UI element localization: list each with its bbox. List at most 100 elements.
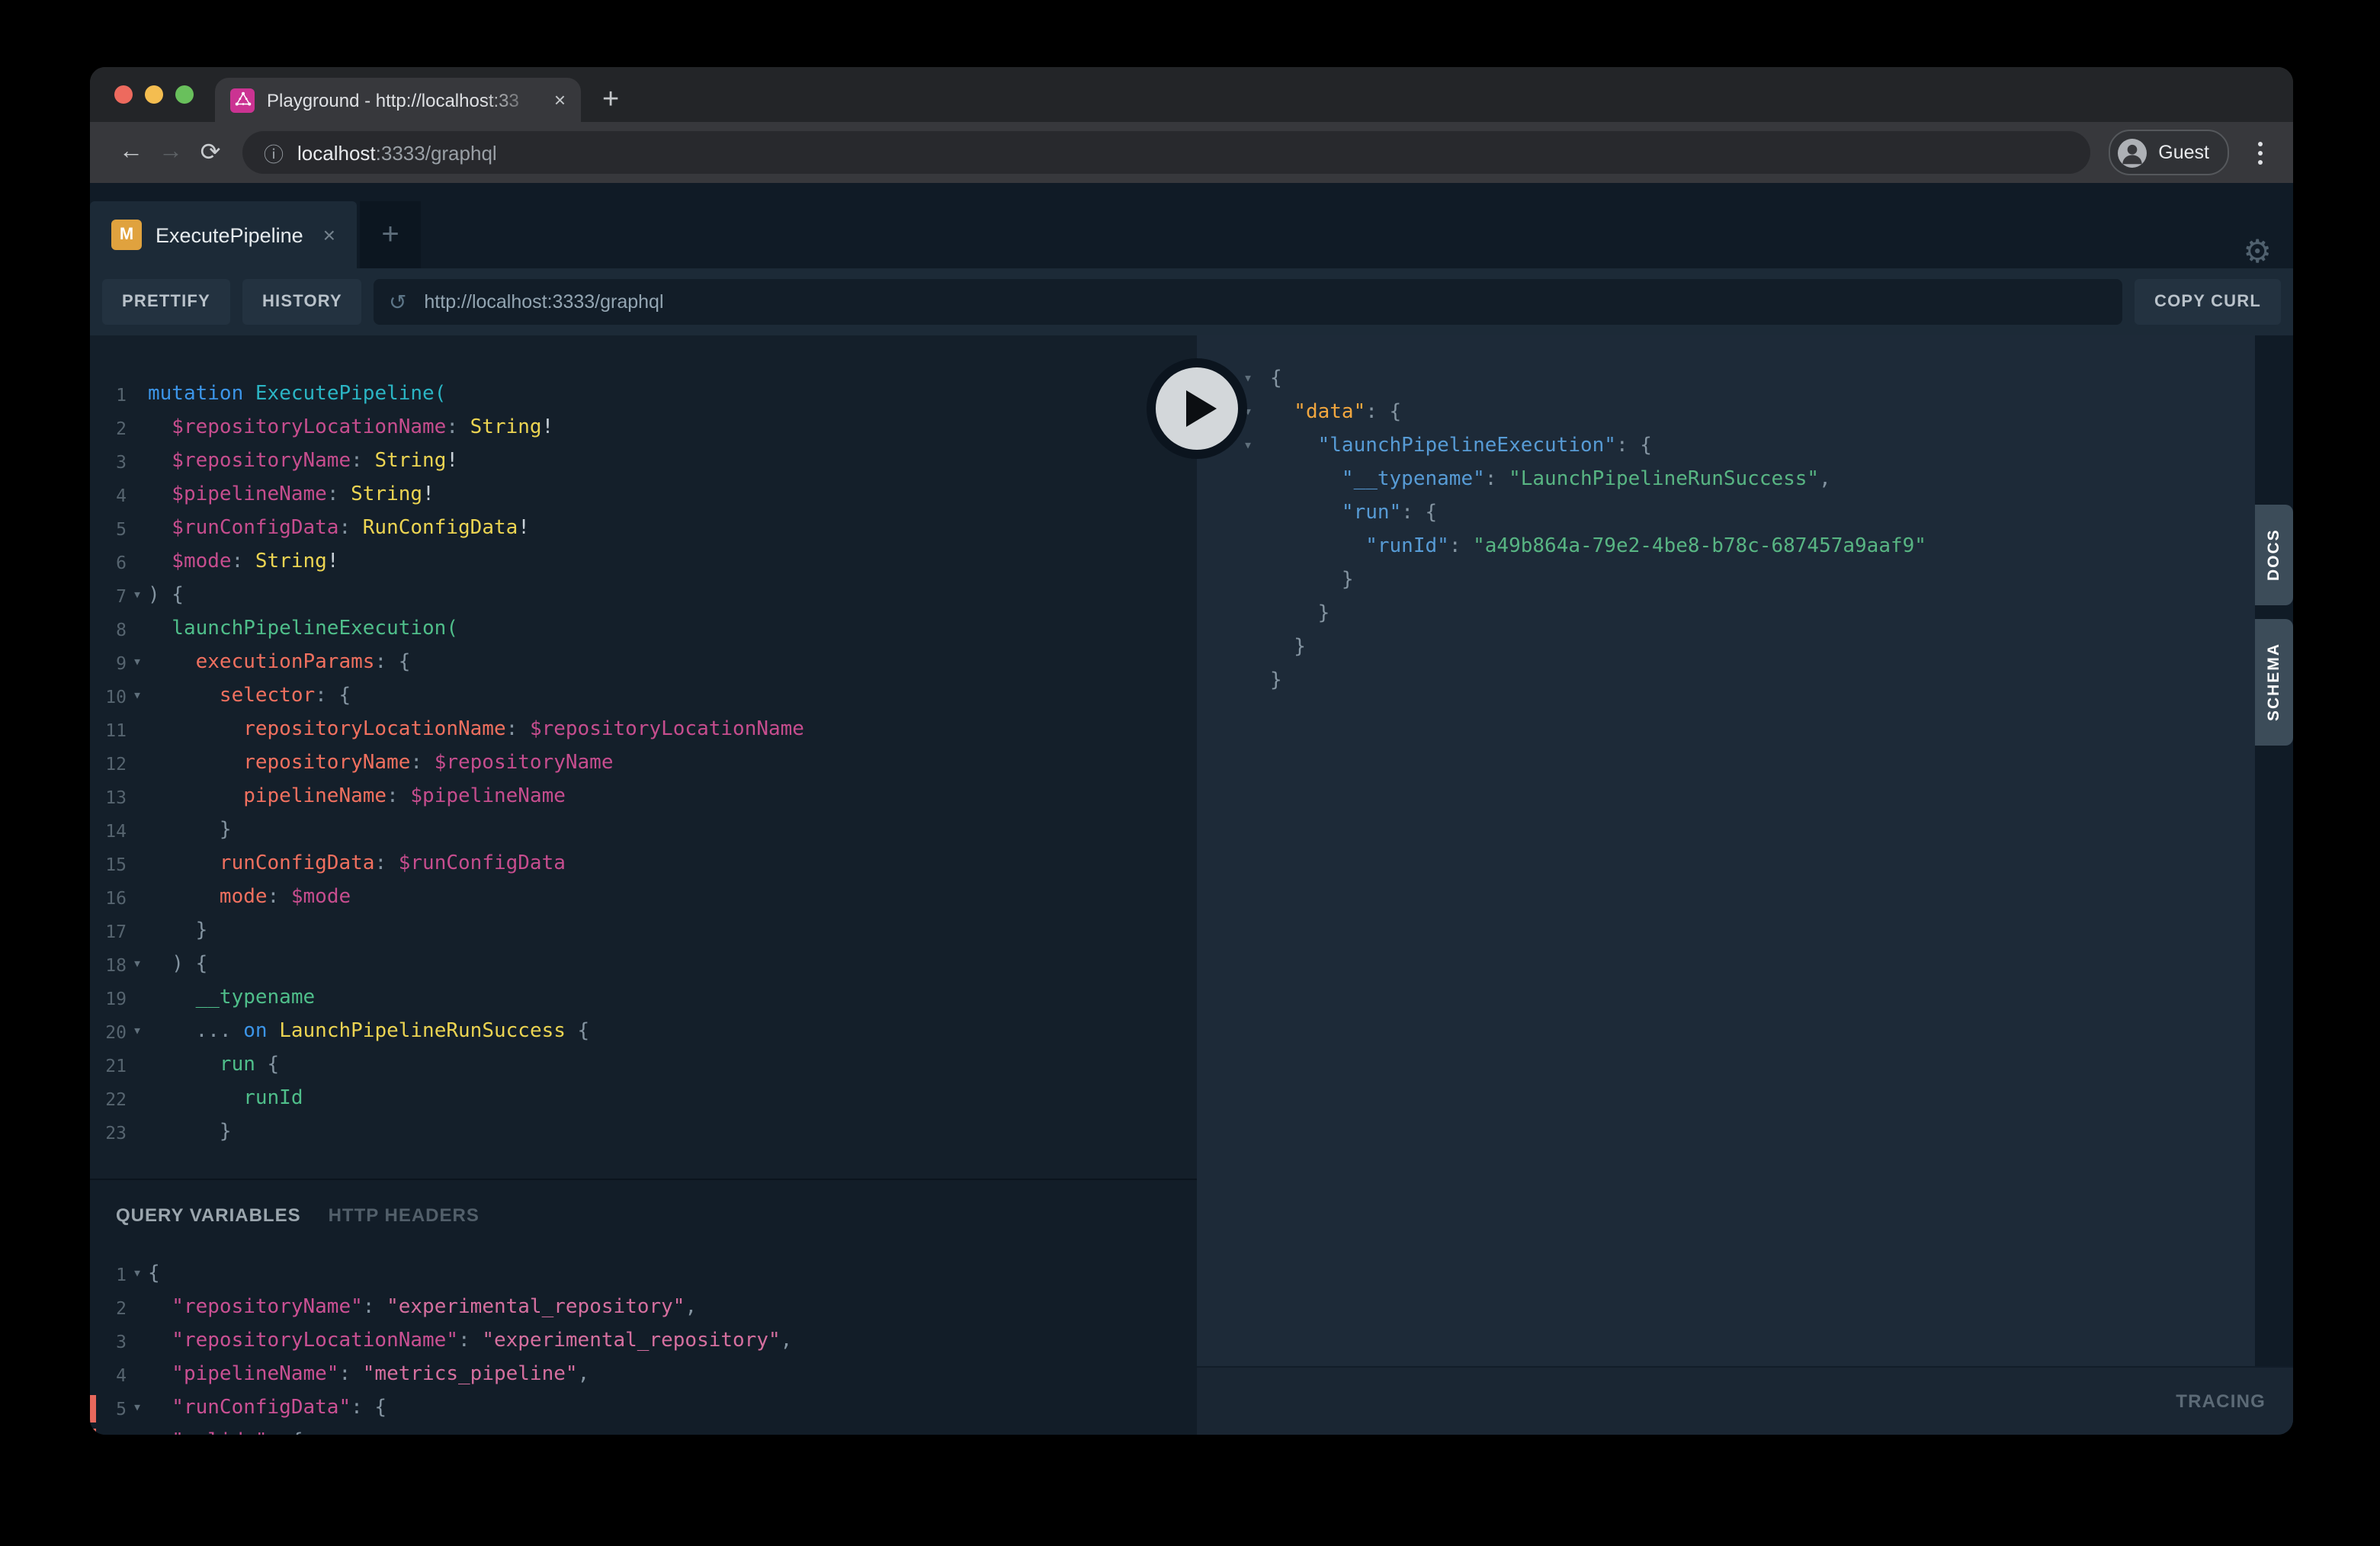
code-text: $mode: String!	[148, 546, 1197, 579]
code-line: 10▾ selector: {	[90, 680, 1197, 714]
code-text: }	[148, 915, 1197, 948]
fold-arrow-icon[interactable]: ▾	[1237, 430, 1259, 463]
reload-icon[interactable]: ⟳	[191, 137, 230, 168]
code-text: }	[1259, 631, 2255, 665]
response-viewer: ▾{▾ "data": {▾ "launchPipelineExecution"…	[1197, 335, 2255, 1366]
fold-arrow-icon[interactable]: ▾	[127, 646, 148, 680]
code-line: 6▾ "solids": {	[90, 1426, 1197, 1435]
code-text: "solids": {	[148, 1426, 1197, 1435]
line-number: 3	[90, 1325, 127, 1358]
tracing-bar[interactable]: TRACING	[1197, 1366, 2293, 1435]
profile-button[interactable]: Guest	[2108, 130, 2229, 175]
fold-arrow-icon[interactable]: ▾	[127, 1015, 148, 1049]
back-icon[interactable]: ←	[111, 139, 151, 166]
tab-schema[interactable]: SCHEMA	[2255, 619, 2293, 746]
endpoint-input[interactable]	[421, 290, 2107, 314]
line-number: 14	[90, 814, 127, 848]
tab-docs[interactable]: DOCS	[2255, 505, 2293, 605]
fold-spacer	[127, 412, 148, 445]
browser-tab-strip: Playground - http://localhost:33 × +	[90, 67, 2293, 122]
settings-gear-icon[interactable]: ⚙	[2221, 236, 2293, 268]
fold-spacer	[127, 982, 148, 1015]
code-text: $runConfigData: RunConfigData!	[148, 512, 1197, 546]
fold-spacer	[1237, 665, 1259, 698]
browser-tab[interactable]: Playground - http://localhost:33 ×	[215, 78, 581, 122]
playground-tab-title: ExecutePipeline	[156, 223, 303, 246]
forward-icon[interactable]: →	[151, 139, 191, 166]
bottom-tabs: QUERY VARIABLES HTTP HEADERS	[90, 1179, 1197, 1249]
history-button[interactable]: HISTORY	[242, 279, 362, 325]
playground-tab-executepipeline[interactable]: M ExecutePipeline ×	[90, 201, 357, 268]
query-variables-editor[interactable]: 1▾{2 "repositoryName": "experimental_rep…	[90, 1249, 1197, 1435]
reload-schema-icon[interactable]: ↻	[390, 289, 407, 315]
fold-spacer	[127, 1291, 148, 1325]
line-number: 17	[90, 915, 127, 948]
fold-spacer	[1237, 497, 1259, 531]
line-number: 7	[90, 579, 127, 613]
query-editor[interactable]: 1mutation ExecutePipeline(2 $repositoryL…	[90, 335, 1197, 1179]
code-line: }	[1197, 564, 2255, 598]
code-line: 15 runConfigData: $runConfigData	[90, 848, 1197, 881]
line-number: 21	[90, 1049, 127, 1083]
fold-spacer	[127, 378, 148, 412]
fold-arrow-icon[interactable]: ▾	[127, 1392, 148, 1426]
line-number: 8	[90, 613, 127, 646]
code-text: $repositoryLocationName: String!	[148, 412, 1197, 445]
zoom-window-button[interactable]	[175, 85, 194, 104]
playground-toolbar: PRETTIFY HISTORY ↻ COPY CURL	[90, 268, 2293, 335]
code-text: ) {	[148, 948, 1197, 982]
close-window-button[interactable]	[114, 85, 133, 104]
line-number: 3	[90, 445, 127, 479]
fold-spacer	[127, 848, 148, 881]
prettify-button[interactable]: PRETTIFY	[102, 279, 230, 325]
code-text: run {	[148, 1049, 1197, 1083]
fold-arrow-icon[interactable]: ▾	[127, 1258, 148, 1291]
code-text: "repositoryLocationName": "experimental_…	[148, 1325, 1197, 1358]
code-line: 8 launchPipelineExecution(	[90, 613, 1197, 646]
browser-menu-icon[interactable]	[2241, 141, 2278, 164]
fold-arrow-icon[interactable]: ▾	[127, 1426, 148, 1435]
play-icon	[1185, 390, 1216, 427]
address-bar[interactable]: ⓘ localhost:3333/graphql	[242, 131, 2090, 174]
fold-spacer	[127, 714, 148, 747]
code-line: 7▾) {	[90, 579, 1197, 613]
playground-tab-close-icon[interactable]: ×	[323, 223, 335, 247]
code-line: 13 pipelineName: $pipelineName	[90, 781, 1197, 814]
tab-http-headers[interactable]: HTTP HEADERS	[329, 1204, 480, 1225]
new-browser-tab-button[interactable]: +	[602, 78, 619, 122]
fold-arrow-icon[interactable]: ▾	[127, 680, 148, 714]
code-line: 5 $runConfigData: RunConfigData!	[90, 512, 1197, 546]
lint-marker	[90, 1395, 96, 1423]
code-text: ... on LaunchPipelineRunSuccess {	[148, 1015, 1197, 1049]
fold-arrow-icon[interactable]: ▾	[127, 579, 148, 613]
code-line: 3 "repositoryLocationName": "experimenta…	[90, 1325, 1197, 1358]
browser-window: Playground - http://localhost:33 × + ← →…	[90, 67, 2293, 1435]
graphql-playground: M ExecutePipeline × + ⚙ PRETTIFY HISTORY…	[90, 183, 2293, 1435]
code-text: $repositoryName: String!	[148, 445, 1197, 479]
code-line: 20▾ ... on LaunchPipelineRunSuccess {	[90, 1015, 1197, 1049]
fold-spacer	[1237, 531, 1259, 564]
code-line: "__typename": "LaunchPipelineRunSuccess"…	[1197, 463, 2255, 497]
code-text: executionParams: {	[148, 646, 1197, 680]
code-line: 22 runId	[90, 1083, 1197, 1116]
line-number: 2	[90, 412, 127, 445]
browser-tab-close-icon[interactable]: ×	[554, 88, 566, 111]
endpoint-field[interactable]: ↻	[374, 279, 2122, 325]
code-text: __typename	[148, 982, 1197, 1015]
tab-query-variables[interactable]: QUERY VARIABLES	[116, 1204, 301, 1225]
fold-spacer	[127, 445, 148, 479]
minimize-window-button[interactable]	[145, 85, 163, 104]
fold-arrow-icon[interactable]: ▾	[127, 948, 148, 982]
code-text: runId	[148, 1083, 1197, 1116]
playground-new-tab-button[interactable]: +	[360, 201, 421, 268]
side-tab-strip: DOCS SCHEMA	[2255, 335, 2293, 1366]
code-line: 21 run {	[90, 1049, 1197, 1083]
code-line: 6 $mode: String!	[90, 546, 1197, 579]
mutation-badge: M	[111, 220, 142, 250]
code-line: 2 $repositoryLocationName: String!	[90, 412, 1197, 445]
code-line: 19 __typename	[90, 982, 1197, 1015]
copy-curl-button[interactable]: COPY CURL	[2135, 279, 2281, 325]
code-line: 12 repositoryName: $repositoryName	[90, 747, 1197, 781]
page-info-icon[interactable]: ⓘ	[264, 138, 284, 167]
execute-play-button[interactable]	[1147, 358, 1247, 459]
